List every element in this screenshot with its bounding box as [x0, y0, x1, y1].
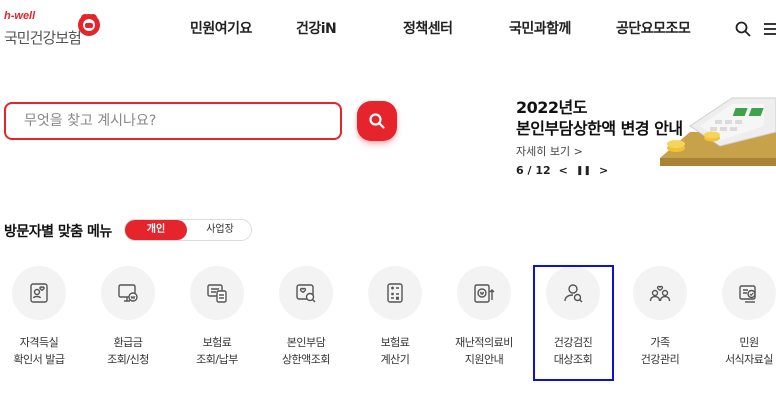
toggle-business[interactable]: 사업장 [189, 220, 251, 240]
menu-item-premium-calculator[interactable]: 보험료 계산기 [360, 266, 430, 368]
menu-item-copay-limit[interactable]: 본인부담 상한액조회 [271, 266, 341, 368]
banner-next-button[interactable]: > [599, 164, 608, 177]
label-line2: 조회/납부 [196, 353, 238, 366]
menu-icon-circle [722, 266, 776, 320]
nav-policy-center[interactable]: 정책센터 [403, 18, 453, 38]
logo-mark-icon [78, 14, 100, 36]
menu-icon-circle [101, 266, 155, 320]
banner-title-line2: 본인부담상한액 변경 안내 [516, 119, 683, 138]
calculator-coins-image [660, 97, 776, 166]
medical-support-icon [474, 284, 495, 303]
menu-icon-circle [279, 266, 333, 320]
search-box [4, 102, 342, 140]
label-line1: 자격득실 [19, 336, 59, 349]
menu-item-family-health[interactable]: 가족 건강관리 [625, 266, 695, 368]
logo-hwell-text: h-well [4, 10, 36, 22]
label-line2: 상한액조회 [281, 353, 331, 366]
menu-item-label: 자격득실 확인서 발급 [4, 334, 74, 368]
menu-icon-circle [190, 266, 244, 320]
nav-with-people[interactable]: 국민과함께 [509, 18, 571, 38]
label-line1: 재난적의료비 [455, 336, 513, 349]
label-line1: 가족 [650, 336, 670, 349]
custom-menu-title: 방문자별 맞춤 메뉴 [4, 224, 112, 240]
heart-search-icon [296, 284, 316, 303]
label-line1: 보험료 [380, 336, 410, 349]
search-icon [369, 113, 385, 129]
payment-icon [207, 284, 227, 303]
menu-item-label: 가족 건강관리 [625, 334, 695, 368]
menu-icon-circle [457, 266, 511, 320]
label-line1: 본인부담 [286, 336, 326, 349]
label-line2: 조회/신청 [107, 353, 149, 366]
nav-health-in[interactable]: 건강iN [296, 18, 337, 38]
menu-item-premium-payment[interactable]: 보험료 조회/납부 [182, 266, 252, 368]
nav-about[interactable]: 공단요모조모 [616, 18, 691, 38]
menu-item-label: 보험료 조회/납부 [182, 334, 252, 368]
menu-icon[interactable] [764, 20, 776, 38]
certificate-icon [30, 283, 48, 303]
label-line1: 보험료 [202, 336, 232, 349]
menu-icon-circle [12, 266, 66, 320]
menu-icon-circle [368, 266, 422, 320]
nav-complaint[interactable]: 민원여기요 [190, 18, 252, 38]
label-line2: 지원안내 [464, 353, 504, 366]
menu-item-label: 환급금 조회/신청 [93, 334, 163, 368]
menu-item-civil-forms[interactable]: 민원 서식자료실 [714, 266, 776, 368]
banner-prev-button[interactable]: < [559, 164, 568, 177]
banner-title-line1: 2022년도 [516, 98, 587, 117]
selection-highlight-box [533, 265, 614, 381]
menu-item-label: 재난적의료비 지원안내 [449, 334, 519, 368]
menu-item-label: 민원 서식자료실 [714, 334, 776, 368]
banner-more-link[interactable]: 자세히 보기 > [516, 143, 583, 159]
search-icon[interactable] [734, 20, 752, 38]
family-icon [649, 285, 671, 302]
search-input[interactable] [24, 113, 322, 129]
banner-pause-button[interactable]: ❚❚ [576, 166, 591, 176]
visitor-type-toggle: 개인 사업장 [124, 219, 252, 241]
label-line2: 계산기 [380, 353, 410, 366]
search-button[interactable] [357, 101, 397, 141]
form-document-icon [739, 285, 756, 303]
menu-icon-circle [633, 266, 687, 320]
banner-page-indicator: 6 / 12 [516, 164, 551, 177]
menu-item-catastrophic-support[interactable]: 재난적의료비 지원안내 [449, 266, 519, 368]
banner-title[interactable]: 2022년도 본인부담상한액 변경 안내 [516, 97, 683, 139]
calculator-icon [387, 283, 403, 303]
menu-item-qualification[interactable]: 자격득실 확인서 발급 [4, 266, 74, 368]
refund-monitor-icon [118, 284, 138, 302]
label-line2: 서식자료실 [724, 353, 774, 366]
menu-item-label: 보험료 계산기 [360, 334, 430, 368]
label-line2: 건강관리 [640, 353, 680, 366]
logo[interactable]: h-well 국민건강보험 [4, 8, 114, 48]
label-line1: 민원 [739, 336, 759, 349]
toggle-personal[interactable]: 개인 [125, 220, 187, 240]
banner-pager: 6 / 12 < ❚❚ > [516, 164, 608, 177]
menu-item-label: 본인부담 상한액조회 [271, 334, 341, 368]
label-line2: 확인서 발급 [13, 353, 65, 366]
logo-name: 국민건강보험 [4, 29, 82, 47]
menu-item-refund[interactable]: 환급금 조회/신청 [93, 266, 163, 368]
label-line1: 환급금 [113, 336, 143, 349]
